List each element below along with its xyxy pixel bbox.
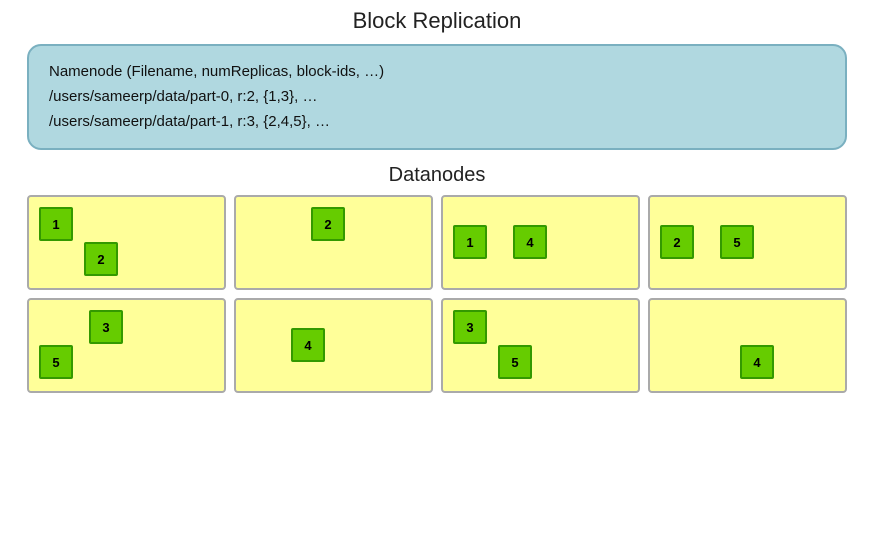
datanode-cell-7: 4 xyxy=(648,298,847,393)
block-4-cell-2: 4 xyxy=(513,225,547,259)
block-5-cell-3: 5 xyxy=(720,225,754,259)
datanode-cell-3: 25 xyxy=(648,195,847,290)
block-4-cell-5: 4 xyxy=(291,328,325,362)
block-5-cell-4: 5 xyxy=(39,345,73,379)
datanode-cell-4: 53 xyxy=(27,298,226,393)
block-1-cell-2: 1 xyxy=(453,225,487,259)
block-5-cell-6: 5 xyxy=(498,345,532,379)
block-3-cell-6: 3 xyxy=(453,310,487,344)
app-container: Block Replication Namenode (Filename, nu… xyxy=(0,0,874,536)
namenode-line-1: Namenode (Filename, numReplicas, block-i… xyxy=(49,60,825,85)
datanode-cell-6: 35 xyxy=(441,298,640,393)
datanode-grid: 1221425534354 xyxy=(27,195,847,393)
block-3-cell-4: 3 xyxy=(89,310,123,344)
block-4-cell-7: 4 xyxy=(740,345,774,379)
page-title: Block Replication xyxy=(353,8,522,34)
datanode-cell-5: 4 xyxy=(234,298,433,393)
datanodes-label: Datanodes xyxy=(389,164,486,187)
namenode-box: Namenode (Filename, numReplicas, block-i… xyxy=(27,44,847,150)
datanode-cell-1: 2 xyxy=(234,195,433,290)
block-1-cell-0: 1 xyxy=(39,207,73,241)
block-2-cell-1: 2 xyxy=(311,207,345,241)
block-2-cell-0: 2 xyxy=(84,242,118,276)
namenode-line-2: /users/sameerp/data/part-0, r:2, {1,3}, … xyxy=(49,85,825,110)
datanode-cell-2: 14 xyxy=(441,195,640,290)
block-2-cell-3: 2 xyxy=(660,225,694,259)
namenode-line-3: /users/sameerp/data/part-1, r:3, {2,4,5}… xyxy=(49,110,825,135)
datanode-cell-0: 12 xyxy=(27,195,226,290)
